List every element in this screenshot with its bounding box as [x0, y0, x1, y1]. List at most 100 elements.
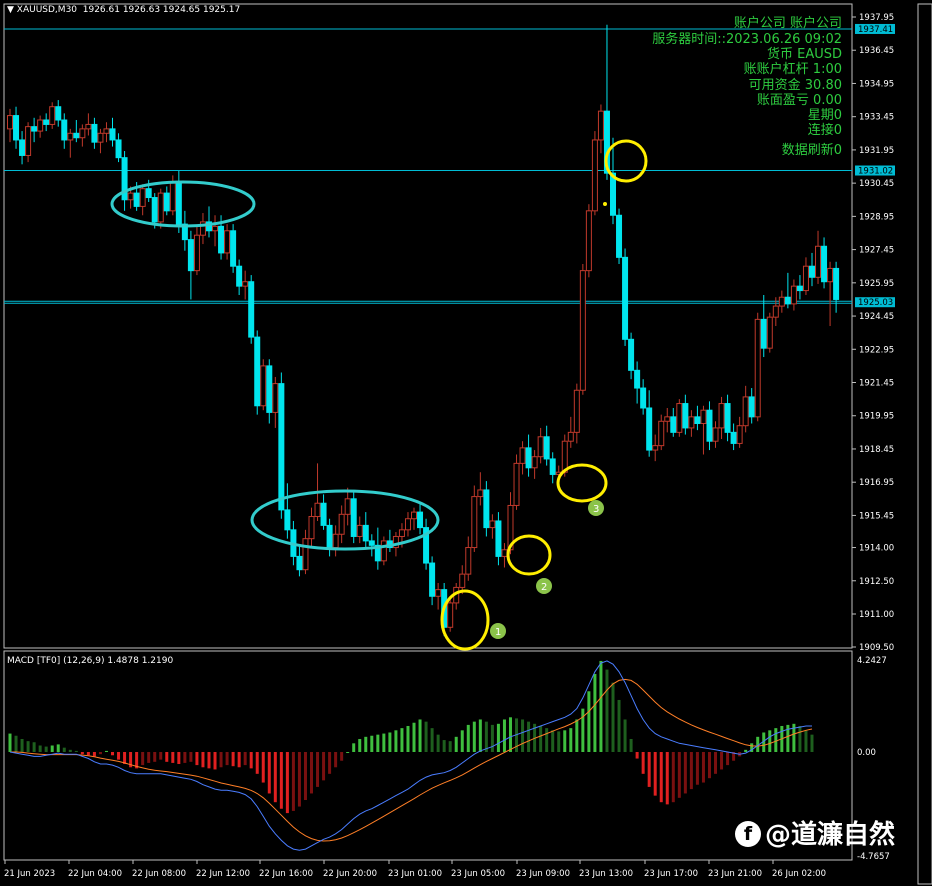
candle-body [193, 234, 200, 272]
y-tick-label: 1925.95 [859, 279, 894, 289]
macd-bar [225, 752, 229, 766]
macd-bar [74, 750, 78, 752]
marker-label: 2 [541, 582, 547, 593]
candle-body [525, 447, 532, 469]
candle-body [435, 589, 442, 597]
candle-body [380, 540, 387, 562]
marker-label: 3 [593, 504, 599, 515]
macd-bar [231, 752, 235, 767]
macd-bar [177, 752, 181, 765]
marker-label: 1 [495, 627, 501, 638]
candle-body [772, 305, 779, 318]
candle-body [579, 270, 586, 391]
candle-body [531, 456, 538, 469]
macd-bar [714, 752, 718, 774]
y-tick-label: 1919.95 [859, 412, 894, 422]
macd-bar [310, 752, 313, 794]
macd-bar [213, 752, 217, 770]
candle-body [718, 403, 725, 429]
candle-body [145, 188, 152, 199]
macd-bar [436, 734, 440, 752]
candle-body [742, 396, 749, 427]
candle-body [169, 181, 176, 212]
macd-bar [316, 752, 320, 787]
candle-body [302, 538, 309, 571]
candle-body [19, 139, 26, 156]
candle-body [429, 562, 436, 597]
macd-bar [545, 728, 549, 752]
y-tick-label: 1927.45 [859, 246, 894, 256]
macd-bar [285, 752, 289, 814]
macd-bar [418, 719, 422, 752]
candle-body [501, 549, 508, 557]
candle-body [49, 106, 56, 125]
macd-bar [442, 740, 446, 752]
candle-body [549, 458, 556, 475]
macd-bar [328, 752, 332, 774]
candle-body [634, 369, 641, 389]
candle-body [610, 172, 616, 216]
triangle-icon[interactable]: ▼ [7, 5, 17, 15]
macd-bar [508, 717, 512, 752]
macd-bar [527, 721, 531, 752]
price-tag-label: 1925.03 [858, 298, 893, 308]
candle-body [808, 265, 815, 278]
macd-axis-label: 0.00 [857, 748, 876, 758]
macd-bar [804, 730, 808, 752]
macd-bar [472, 721, 476, 752]
candle-body [224, 230, 231, 254]
macd-bar [358, 738, 362, 752]
macd-bar [424, 721, 428, 752]
macd-bar [557, 731, 561, 752]
macd-bar [490, 724, 494, 752]
candle-body [748, 396, 755, 418]
symbol-title: XAUUSD,M30 [16, 5, 78, 15]
macd-bar [334, 752, 338, 768]
price-tag-label: 1931.02 [858, 167, 893, 177]
candle-body [652, 445, 659, 451]
candle-body [151, 197, 158, 223]
macd-bar [521, 719, 525, 752]
macd-bar [478, 719, 482, 752]
macd-bar [80, 752, 84, 755]
candle-body [338, 513, 345, 535]
macd-bar [587, 691, 591, 752]
candle-body [212, 225, 219, 232]
macd-bar [297, 752, 301, 807]
y-tick-label: 1911.00 [859, 610, 894, 620]
macd-bar [38, 745, 42, 752]
macd-bar [406, 725, 410, 752]
y-tick-label: 1916.95 [859, 478, 894, 488]
macd-bar [623, 719, 627, 752]
x-tick-label: 23 Jun 01:00 [388, 869, 442, 879]
candle-body [404, 518, 411, 531]
macd-bar [267, 752, 271, 794]
macd-bar [466, 724, 470, 752]
candle-body [459, 573, 466, 588]
macd-bar [593, 673, 597, 752]
macd-bar [104, 750, 108, 752]
macd-bar [695, 752, 699, 785]
macd-bar [677, 752, 681, 798]
macd-bar [165, 752, 169, 762]
candle-body [513, 462, 520, 506]
macd-bar [201, 752, 205, 768]
candle-body [658, 420, 665, 447]
candle-body [91, 123, 98, 143]
macd-bar [599, 660, 603, 752]
macd-bar [153, 752, 157, 762]
macd-bar [671, 752, 675, 803]
macd-bar [171, 752, 175, 763]
macd-bar [653, 752, 657, 796]
y-tick-label: 1909.50 [859, 643, 894, 653]
macd-bar [273, 752, 277, 803]
chart-canvas: 1937.95 1936.45 1934.95 1933.45 1931.95 1930.… [0, 0, 932, 886]
candle-body [688, 416, 695, 429]
watermark-text: @道濂自然 [765, 820, 896, 850]
candle-body [573, 389, 580, 433]
candle-body [827, 267, 834, 283]
candle-body [646, 407, 653, 451]
candle-body [664, 416, 671, 422]
macd-axis-label: -4.7657 [857, 852, 890, 862]
y-tick-label: 1914.00 [859, 544, 894, 554]
